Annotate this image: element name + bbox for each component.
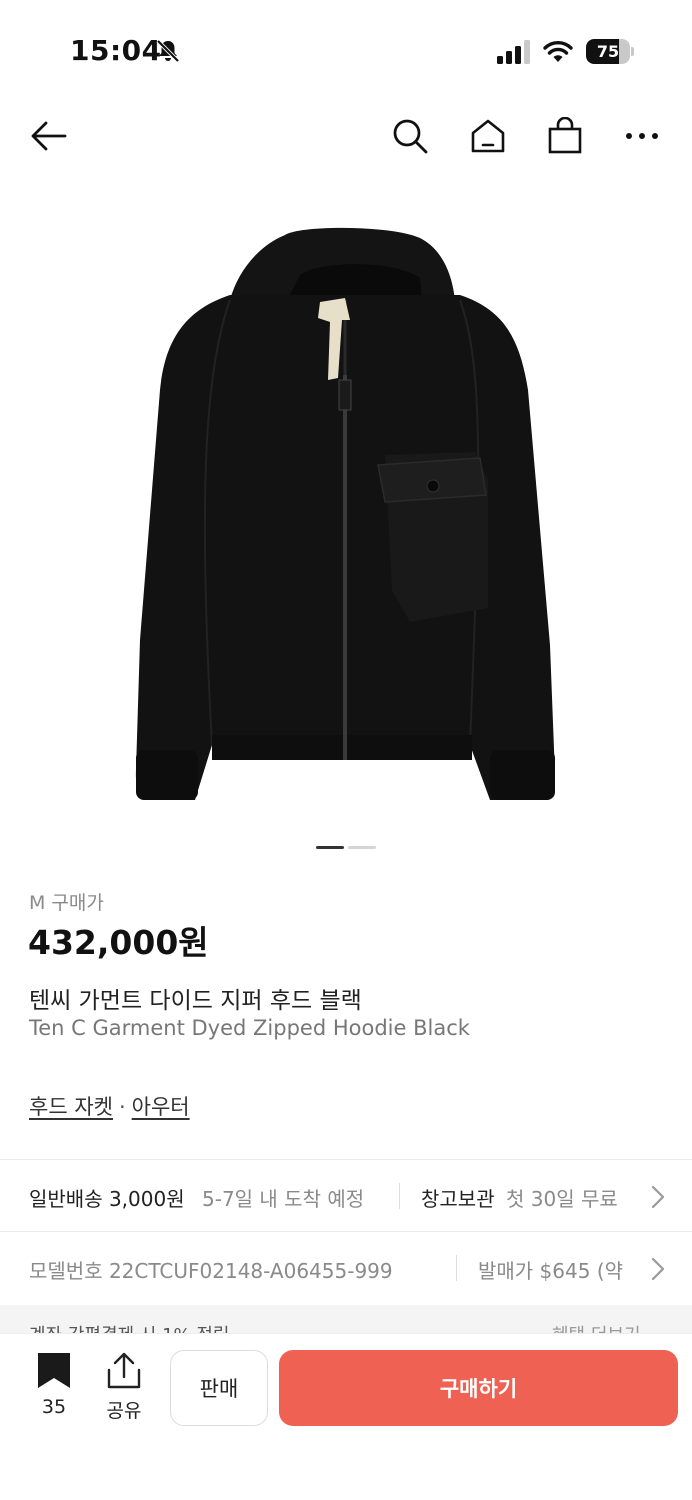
signal-icon: [497, 40, 530, 64]
share-icon: [107, 1352, 141, 1389]
divider: [0, 1231, 692, 1232]
shopping-bag-icon: [548, 117, 582, 154]
home-icon: [471, 119, 505, 153]
category-link-hood-jacket[interactable]: 후드 자켓: [29, 1095, 113, 1119]
delivery-label: 일반배송 3,000원: [29, 1187, 185, 1211]
product-name-english: Ten C Garment Dyed Zipped Hoodie Black: [29, 1016, 470, 1040]
delivery-info-row[interactable]: 일반배송 3,000원 5-7일 내 도착 예정 창고보관 첫 30일 무료: [0, 1161, 692, 1231]
storage-detail: 첫 30일 무료: [506, 1187, 618, 1211]
delivery-eta: 5-7일 내 도착 예정: [202, 1187, 365, 1211]
sell-button[interactable]: 판매: [170, 1350, 268, 1426]
back-arrow-icon: [31, 121, 67, 151]
chevron-right-icon: [651, 1185, 665, 1209]
status-bar: 15:04 75: [0, 0, 692, 100]
buy-button[interactable]: 구매하기: [279, 1350, 678, 1426]
image-carousel-indicator: [316, 846, 376, 850]
model-number: 모델번호 22CTCUF02148-A06455-999: [29, 1259, 393, 1283]
wifi-icon: [543, 41, 573, 62]
search-button[interactable]: [388, 114, 432, 158]
carousel-dot-active: [316, 846, 344, 849]
bottom-action-bar: 35 공유 판매 구매하기: [0, 1333, 692, 1500]
product-image[interactable]: [0, 190, 692, 830]
home-button[interactable]: [466, 114, 510, 158]
storage-label: 창고보관: [421, 1187, 495, 1211]
bookmark-count: 35: [41, 1396, 67, 1418]
share-label: 공유: [106, 1400, 142, 1422]
battery-icon: 75: [586, 39, 634, 64]
price: 432,000원: [28, 923, 209, 962]
bookmark-icon: [38, 1353, 70, 1388]
search-icon: [393, 119, 428, 154]
product-name-korean: 텐씨 가먼트 다이드 지퍼 후드 블랙: [29, 988, 362, 1014]
release-price: 발매가 $645 (약: [478, 1259, 624, 1283]
size-price-label: M 구매가: [29, 892, 104, 914]
row-separator: [399, 1183, 400, 1209]
back-button[interactable]: [26, 114, 70, 158]
battery-percentage: 75: [596, 42, 620, 61]
share-button[interactable]: 공유: [100, 1352, 148, 1424]
shopping-bag-button[interactable]: [543, 114, 587, 158]
bell-slash-icon: [156, 39, 180, 63]
carousel-dot[interactable]: [348, 846, 376, 849]
row-separator: [456, 1255, 457, 1281]
category-breadcrumb: 후드 자켓 · 아우터: [29, 1091, 190, 1121]
category-separator: ·: [118, 1095, 126, 1119]
payment-benefit-banner[interactable]: 계좌 간편결제 시 1% 적립 혜택 더보기: [0, 1305, 692, 1335]
top-navigation: [0, 100, 692, 170]
more-icon: [626, 133, 658, 139]
category-link-outer[interactable]: 아우터: [132, 1095, 190, 1119]
divider: [0, 1159, 692, 1160]
status-time: 15:04: [70, 34, 162, 67]
more-button[interactable]: [620, 114, 664, 158]
bookmark-button[interactable]: 35: [32, 1352, 76, 1424]
chevron-right-icon: [651, 1257, 665, 1281]
model-info-row[interactable]: 모델번호 22CTCUF02148-A06455-999 발매가 $645 (약: [0, 1233, 692, 1303]
